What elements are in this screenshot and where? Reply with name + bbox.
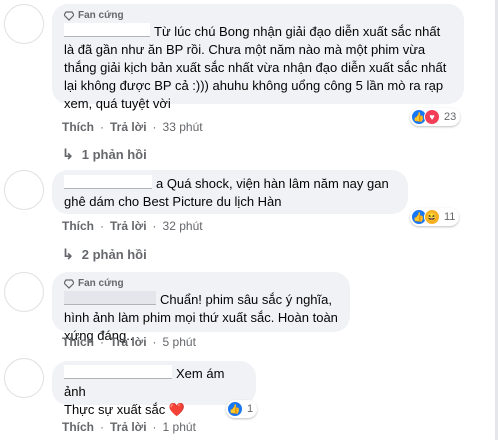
view-replies[interactable]: ↳ 2 phản hồi [62, 246, 147, 263]
like-link[interactable]: Thích [62, 219, 94, 233]
timestamp[interactable]: 32 phút [163, 219, 203, 233]
comment-bubble: a Quá shock, viện hàn lâm năm nay gan gh… [52, 170, 408, 214]
reaction-summary[interactable]: 👍 ♥ 23 [410, 108, 461, 126]
timestamp[interactable]: 33 phút [163, 120, 203, 134]
avatar[interactable] [4, 272, 44, 312]
reply-arrow-icon: ↳ [62, 146, 74, 162]
redacted-name [64, 291, 156, 305]
comment-text: Xem ám ảnh [64, 365, 225, 399]
like-reaction-icon: 👍 [227, 401, 243, 417]
comment-actions: Thích · Trả lời · 5 phút [62, 335, 196, 349]
fan-badge: Fan cứng [64, 278, 338, 289]
fan-badge: Fan cứng [64, 10, 452, 21]
avatar[interactable] [4, 358, 44, 398]
replies-label: 2 phản hồi [81, 247, 147, 262]
comment-bubble: Xem ám ảnh Thực sự xuất sắc ❤️ [52, 361, 256, 417]
comment-bubble: Fan cứng Từ lúc chú Bong nhận giải đạo d… [52, 4, 464, 111]
redacted-name [64, 23, 150, 37]
redacted-name [64, 365, 172, 379]
reply-arrow-icon: ↳ [62, 246, 74, 262]
reaction-count: 11 [444, 211, 456, 223]
reply-link[interactable]: Trả lời [110, 335, 147, 349]
love-reaction-icon: ♥ [424, 109, 440, 125]
heart-emoji-icon: ❤️ [168, 402, 186, 417]
replies-label: 1 phản hồi [81, 147, 147, 162]
reply-link[interactable]: Trả lời [110, 420, 147, 434]
reaction-count: 1 [247, 403, 254, 415]
avatar[interactable] [4, 4, 44, 44]
comment-bubble: Fan cứng Chuẩn! phim sâu sắc ý nghĩa, hì… [52, 272, 350, 343]
reaction-summary[interactable]: 👍 😆 11 [410, 208, 460, 226]
timestamp[interactable]: 1 phút [163, 420, 196, 434]
reaction-summary[interactable]: 👍 1 [226, 400, 258, 418]
haha-reaction-icon: 😆 [424, 209, 440, 225]
comment-text-line2: Thực sự xuất sắc ❤️ [64, 402, 186, 417]
redacted-name [64, 175, 152, 189]
comment-actions: Thích · Trả lời · 1 phút [62, 420, 196, 434]
badge-label: Fan cứng [78, 10, 124, 21]
comment-actions: Thích · Trả lời · 32 phút [62, 219, 203, 233]
badge-label: Fan cứng [78, 278, 124, 289]
comment-text: Từ lúc chú Bong nhận giải đạo diễn xuất … [64, 23, 447, 111]
like-link[interactable]: Thích [62, 420, 94, 434]
view-replies[interactable]: ↳ 1 phản hồi [62, 146, 147, 163]
diamond-icon [64, 278, 74, 289]
reply-link[interactable]: Trả lời [110, 219, 147, 233]
reaction-count: 23 [444, 111, 457, 123]
avatar[interactable] [4, 170, 44, 210]
comment-text: a Quá shock, viện hàn lâm năm nay gan gh… [64, 175, 389, 209]
like-link[interactable]: Thích [62, 335, 94, 349]
like-link[interactable]: Thích [62, 120, 94, 134]
comment-actions: Thích · Trả lời · 33 phút [62, 120, 203, 134]
reply-link[interactable]: Trả lời [110, 120, 147, 134]
diamond-icon [64, 10, 74, 21]
timestamp[interactable]: 5 phút [163, 335, 196, 349]
